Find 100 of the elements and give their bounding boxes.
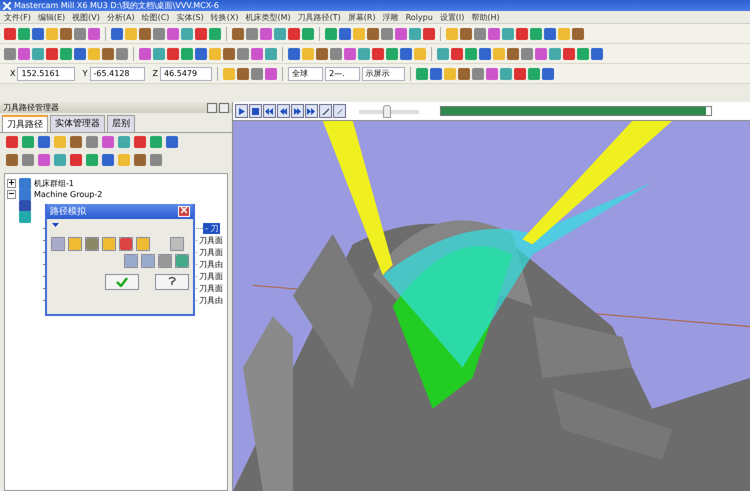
toolbar-icon[interactable] <box>507 48 519 60</box>
toolbar-icon[interactable] <box>530 28 542 40</box>
toolbar-icon[interactable] <box>451 48 463 60</box>
tree-item[interactable]: 刀具由 <box>197 258 225 270</box>
tree-item[interactable]: 刀具由 <box>197 294 225 306</box>
toolbar-icon[interactable] <box>38 136 50 148</box>
toolbar-icon[interactable] <box>325 28 337 40</box>
toolbar-icon[interactable] <box>409 28 421 40</box>
toolbar-icon[interactable] <box>195 28 207 40</box>
tool-button[interactable] <box>136 237 150 251</box>
toolbar-icon[interactable] <box>181 48 193 60</box>
toolbar-icon[interactable] <box>18 48 30 60</box>
toolbar-icon[interactable] <box>181 28 193 40</box>
tab[interactable]: 层别 <box>107 115 135 132</box>
toolbar-icon[interactable] <box>288 48 300 60</box>
toolbar-icon[interactable] <box>430 68 442 80</box>
toolbar-icon[interactable] <box>60 48 72 60</box>
toolbar-icon[interactable] <box>437 48 449 60</box>
menu-item[interactable]: 编辑(E) <box>38 12 66 22</box>
step-forward-button[interactable] <box>291 104 304 118</box>
step-back-button[interactable] <box>277 104 290 118</box>
toolbar-icon[interactable] <box>60 28 72 40</box>
toolbar-icon[interactable] <box>502 28 514 40</box>
toolbar-icon[interactable] <box>4 48 16 60</box>
toolbar-icon[interactable] <box>458 68 470 80</box>
toolbar-icon[interactable] <box>316 48 328 60</box>
toolbar-icon[interactable] <box>139 28 151 40</box>
toolbar-icon[interactable] <box>153 28 165 40</box>
toolbar-icon[interactable] <box>528 68 540 80</box>
toolbar-icon[interactable] <box>544 28 556 40</box>
toolbar-icon[interactable] <box>474 28 486 40</box>
toolbar-icon[interactable] <box>339 28 351 40</box>
tab[interactable]: 刀具路径 <box>2 115 48 132</box>
toolbar-icon[interactable] <box>572 28 584 40</box>
menu-item[interactable]: 机床类型(M) <box>245 12 291 22</box>
toolbar-icon[interactable] <box>344 48 356 60</box>
menu-item[interactable]: 文件(F) <box>4 12 31 22</box>
toolbar-icon[interactable] <box>274 28 286 40</box>
toolbar-icon[interactable] <box>70 136 82 148</box>
menu-item[interactable]: 设置(I) <box>440 12 464 22</box>
toolbar-icon[interactable] <box>18 28 30 40</box>
stop-button[interactable] <box>249 104 262 118</box>
toolbar-icon[interactable] <box>460 28 472 40</box>
coordinate-field[interactable]: 152.5161 <box>17 66 75 80</box>
toolbar-icon[interactable] <box>591 48 603 60</box>
toolbar-icon[interactable] <box>167 48 179 60</box>
ok-button[interactable] <box>105 274 139 290</box>
menu-item[interactable]: 浮雕 <box>382 12 399 22</box>
tree-item[interactable]: Machine Group-2 <box>34 190 102 199</box>
toolbar-icon[interactable] <box>288 28 300 40</box>
toolbar-icon[interactable] <box>246 28 258 40</box>
toolbar-icon[interactable] <box>46 48 58 60</box>
menu-item[interactable]: 实体(S) <box>176 12 204 22</box>
menu-item[interactable]: 视图(V) <box>72 12 100 22</box>
toolbar-icon[interactable] <box>4 28 16 40</box>
menu-item[interactable]: 绘图(C) <box>142 12 170 22</box>
toolbar-icon[interactable] <box>32 28 44 40</box>
toolbar-icon[interactable] <box>116 48 128 60</box>
toolbar-icon[interactable] <box>167 28 179 40</box>
tree-item[interactable]: 刀具面 <box>197 246 225 258</box>
toolbar-icon[interactable] <box>372 48 384 60</box>
coordinate-field[interactable]: -65.4128 <box>90 66 145 80</box>
toolbar-icon[interactable] <box>232 28 244 40</box>
toolbar-icon[interactable] <box>358 48 370 60</box>
toolbar-icon[interactable] <box>102 154 114 166</box>
expand-icon[interactable] <box>7 179 16 188</box>
tree-item[interactable]: - 刀 <box>203 222 220 234</box>
toolbar-icon[interactable] <box>260 28 272 40</box>
toolbar-icon[interactable] <box>74 48 86 60</box>
toolbar-icon[interactable] <box>102 48 114 60</box>
pin-button[interactable] <box>219 102 229 112</box>
toolbar-icon[interactable] <box>237 48 249 60</box>
collapse-icon[interactable] <box>7 190 16 199</box>
dropdown-button[interactable] <box>207 102 217 112</box>
toolbar-icon[interactable] <box>166 136 178 148</box>
toolbar-icon[interactable] <box>330 48 342 60</box>
toolbar-icon[interactable] <box>416 68 428 80</box>
toolbar-icon[interactable] <box>134 154 146 166</box>
toolbar-icon[interactable] <box>577 48 589 60</box>
tool-button[interactable] <box>102 237 116 251</box>
tree-item[interactable]: 刀具面 <box>197 270 225 282</box>
menu-item[interactable]: 分析(A) <box>106 12 135 22</box>
toolbar-icon[interactable] <box>251 68 264 80</box>
toolbar-icon[interactable] <box>563 48 575 60</box>
path-button[interactable] <box>319 104 332 118</box>
tree-item[interactable]: 刀具面 <box>197 282 225 294</box>
toolbar-icon[interactable] <box>223 48 235 60</box>
toolbar-icon[interactable] <box>400 48 412 60</box>
coordinate-field[interactable]: 46.5479 <box>160 66 212 80</box>
dropdown[interactable]: 示屏示 <box>362 66 405 80</box>
rewind-button[interactable] <box>263 104 276 118</box>
toolbar-icon[interactable] <box>423 28 435 40</box>
toolbar-icon[interactable] <box>386 48 398 60</box>
toolbar-icon[interactable] <box>111 28 123 40</box>
toolbar-icon[interactable] <box>6 154 18 166</box>
fast-forward-button[interactable] <box>305 104 318 118</box>
tree-item[interactable]: 机床群组-1 <box>34 178 74 189</box>
toolbar-icon[interactable] <box>465 48 477 60</box>
toolbar-icon[interactable] <box>521 48 533 60</box>
toolbar-icon[interactable] <box>153 48 165 60</box>
